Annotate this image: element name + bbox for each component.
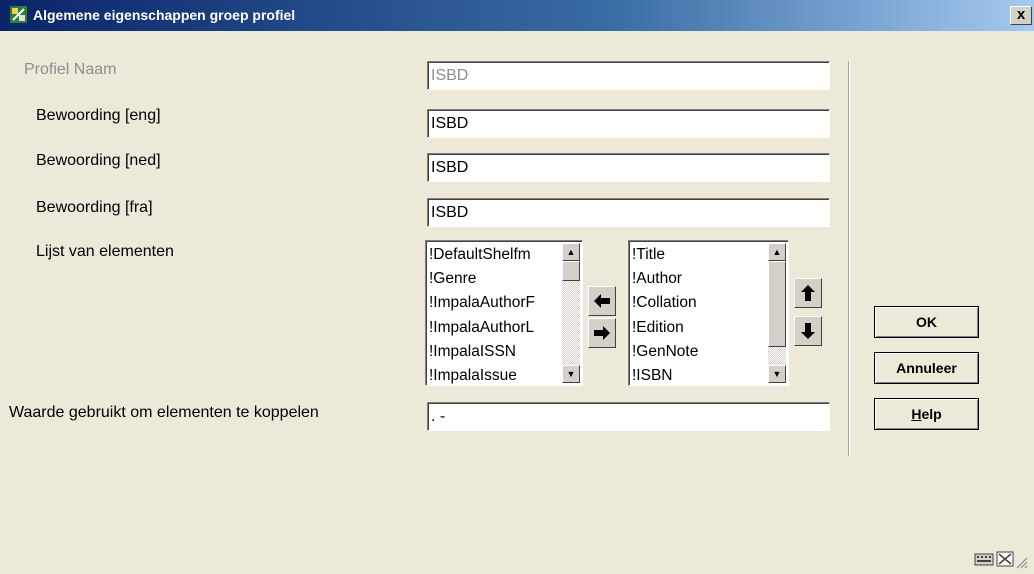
help-mnemonic: H	[911, 406, 922, 422]
available-elements-items: !DefaultShelfm !Genre !ImpalaAuthorF !Impal…	[426, 241, 582, 385]
list-item[interactable]: !ImpalaISSN	[429, 340, 557, 364]
window-title: Algemene eigenschappen groep profiel	[33, 7, 296, 23]
move-down-button[interactable]	[794, 316, 822, 346]
move-left-button[interactable]	[588, 286, 616, 316]
available-list-scrollbar[interactable]: ▲ ▼	[562, 243, 580, 383]
scroll-down-button[interactable]: ▼	[562, 365, 580, 383]
resize-grip-icon[interactable]	[1016, 556, 1028, 574]
keyboard-icon[interactable]	[974, 551, 994, 572]
selected-elements-list[interactable]: !Title !Author !Collation !Edition !GenNote!…	[628, 240, 789, 386]
profile-name-label: Profiel Naam	[24, 61, 117, 78]
available-elements-list[interactable]: !DefaultShelfm !Genre !ImpalaAuthorF !Impal…	[425, 240, 583, 386]
scroll-up-button[interactable]: ▲	[768, 243, 786, 261]
profile-name-field: ISBD	[427, 61, 830, 90]
list-item[interactable]: !Genre	[429, 267, 557, 291]
list-item[interactable]: !Author	[632, 267, 760, 291]
dialog-body: Profiel Naam ISBD Bewoording [eng] ISBD …	[8, 31, 1034, 572]
help-label: elp	[921, 406, 942, 422]
join-value-label: Waarde gebruikt om elementen te koppelen	[9, 404, 319, 421]
elements-label: Lijst van elementen	[36, 243, 174, 260]
wording-eng-label: Bewoording [eng]	[36, 107, 161, 124]
wording-ned-field[interactable]: ISBD	[427, 153, 830, 182]
list-item[interactable]: !Collation	[632, 291, 760, 315]
list-item[interactable]: !GenNote	[632, 340, 760, 364]
list-item[interactable]: !Edition	[632, 316, 760, 340]
wording-eng-field[interactable]: ISBD	[427, 109, 830, 138]
wording-ned-label: Bewoording [ned]	[36, 152, 161, 169]
list-item[interactable]: !Title	[632, 243, 760, 267]
ok-button[interactable]: OK	[874, 306, 979, 338]
wording-fra-field[interactable]: ISBD	[427, 198, 830, 227]
move-up-button[interactable]	[794, 278, 822, 308]
cancel-button[interactable]: Annuleer	[874, 352, 979, 384]
title-bar: Algemene eigenschappen groep profiel x	[0, 0, 1034, 31]
app-icon	[10, 6, 27, 23]
join-value-field[interactable]: . -	[427, 402, 830, 431]
status-area	[968, 550, 1028, 569]
list-item[interactable]: !ImpalaIssue	[429, 364, 557, 385]
list-item[interactable]: !ImpalaAuthorL	[429, 316, 557, 340]
scroll-thumb[interactable]	[562, 261, 580, 281]
help-button[interactable]: Help	[874, 398, 979, 430]
maximize-icon[interactable]	[996, 551, 1014, 572]
vertical-separator	[848, 61, 850, 456]
selected-list-scrollbar[interactable]: ▲ ▼	[768, 243, 786, 383]
list-item[interactable]: !DefaultShelfm	[429, 243, 557, 267]
move-right-button[interactable]	[588, 318, 616, 348]
scroll-thumb[interactable]	[768, 261, 786, 347]
selected-elements-items: !Title !Author !Collation !Edition !GenNote!…	[629, 241, 788, 385]
list-item[interactable]: !ImpalaAuthorF	[429, 291, 557, 315]
scroll-up-button[interactable]: ▲	[562, 243, 580, 261]
close-button[interactable]: x	[1010, 6, 1032, 25]
list-item[interactable]: !ISBN	[632, 364, 760, 385]
wording-fra-label: Bewoording [fra]	[36, 199, 153, 216]
scroll-down-button[interactable]: ▼	[768, 365, 786, 383]
